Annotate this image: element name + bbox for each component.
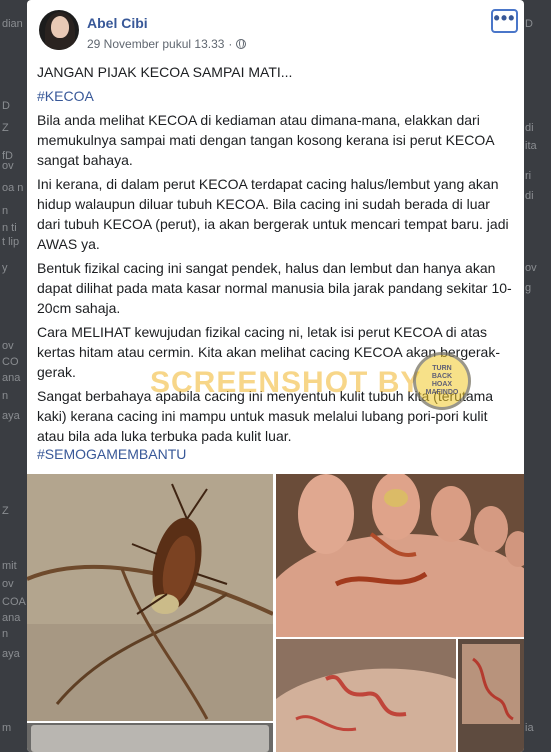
background-text-fragment: ri [525, 170, 532, 182]
background-text-fragment: n [2, 205, 9, 217]
background-text-fragment: g [525, 282, 532, 294]
background-text-fragment: Z [2, 505, 9, 517]
background-text-fragment: ov [2, 578, 14, 590]
background-text-fragment: mit [2, 560, 17, 572]
background-text-fragment: ov [525, 262, 537, 274]
photo-bottom-left[interactable] [27, 723, 273, 752]
background-text-fragment: ita [525, 140, 537, 152]
post-header: Abel Cibi 29 November pukul 13.33 · ••• [27, 0, 524, 58]
background-text-fragment: CO [2, 356, 19, 368]
background-text-fragment: oa n [2, 182, 24, 194]
background-text-fragment: COA [2, 596, 26, 608]
background-text-fragment: ia [525, 722, 534, 734]
background-text-fragment: n ti [2, 222, 17, 234]
photo-foot-larva-trail[interactable] [276, 639, 456, 752]
photo-cockroach[interactable] [27, 474, 273, 721]
background-text-fragment: ana [2, 612, 21, 624]
background-text-fragment: ana [2, 372, 21, 384]
author-avatar[interactable] [39, 10, 79, 50]
watermark-text: SCREENSHOT BY [150, 366, 422, 399]
post-paragraph: Ini kerana, di dalam perut KECOA terdapa… [37, 176, 509, 252]
globe-icon [236, 39, 247, 49]
photo-infected-foot[interactable] [276, 474, 524, 637]
author-name[interactable]: Abel Cibi [87, 15, 148, 31]
background-feed-left: dian D ZfD ov oa nnn ti t lip y ov CO ana n aya Zmit… [0, 0, 30, 752]
background-text-fragment: y [2, 262, 8, 274]
more-options-button[interactable]: ••• [491, 9, 518, 33]
background-text-fragment: ov [2, 160, 14, 172]
post-meta: 29 November pukul 13.33 · [87, 37, 247, 51]
background-text-fragment: di [525, 122, 534, 134]
background-text-fragment: t lip [2, 236, 20, 248]
hashtag-link[interactable]: #SEMOGAMEMBANTU [37, 444, 186, 464]
post-paragraph: Bila anda melihat KECOA di kediaman atau… [37, 112, 494, 168]
post-card: Abel Cibi 29 November pukul 13.33 · ••• … [27, 0, 524, 752]
background-text-fragment: n [2, 628, 9, 640]
background-text-fragment: ov [2, 340, 14, 352]
background-text-fragment: m [2, 722, 12, 734]
post-paragraph: Bentuk fizikal cacing ini sangat pendek,… [37, 260, 512, 316]
background-text-fragment: di [525, 190, 534, 202]
meta-separator: · [228, 37, 233, 51]
more-horizontal-icon: ••• [493, 8, 516, 28]
photo-ankle-larva[interactable] [458, 639, 524, 752]
background-text-fragment: D [525, 18, 533, 30]
post-title-line: JANGAN PIJAK KECOA SAMPAI MATI... [37, 64, 293, 80]
turnbackhoax-badge: TURN BACK HOAX MAFINDO [413, 352, 471, 410]
background-text-fragment: n [2, 390, 9, 402]
background-text-fragment: aya [2, 648, 20, 660]
hashtag-link[interactable]: #KECOA [37, 86, 94, 106]
background-feed-right: Ddi ita ri di ov g ia [521, 0, 551, 752]
background-text-fragment: D [2, 100, 10, 112]
background-text-fragment: aya [2, 410, 20, 422]
post-timestamp[interactable]: 29 November pukul 13.33 [87, 37, 224, 51]
background-text-fragment: dian [2, 18, 23, 30]
background-text-fragment: Z [2, 122, 9, 134]
